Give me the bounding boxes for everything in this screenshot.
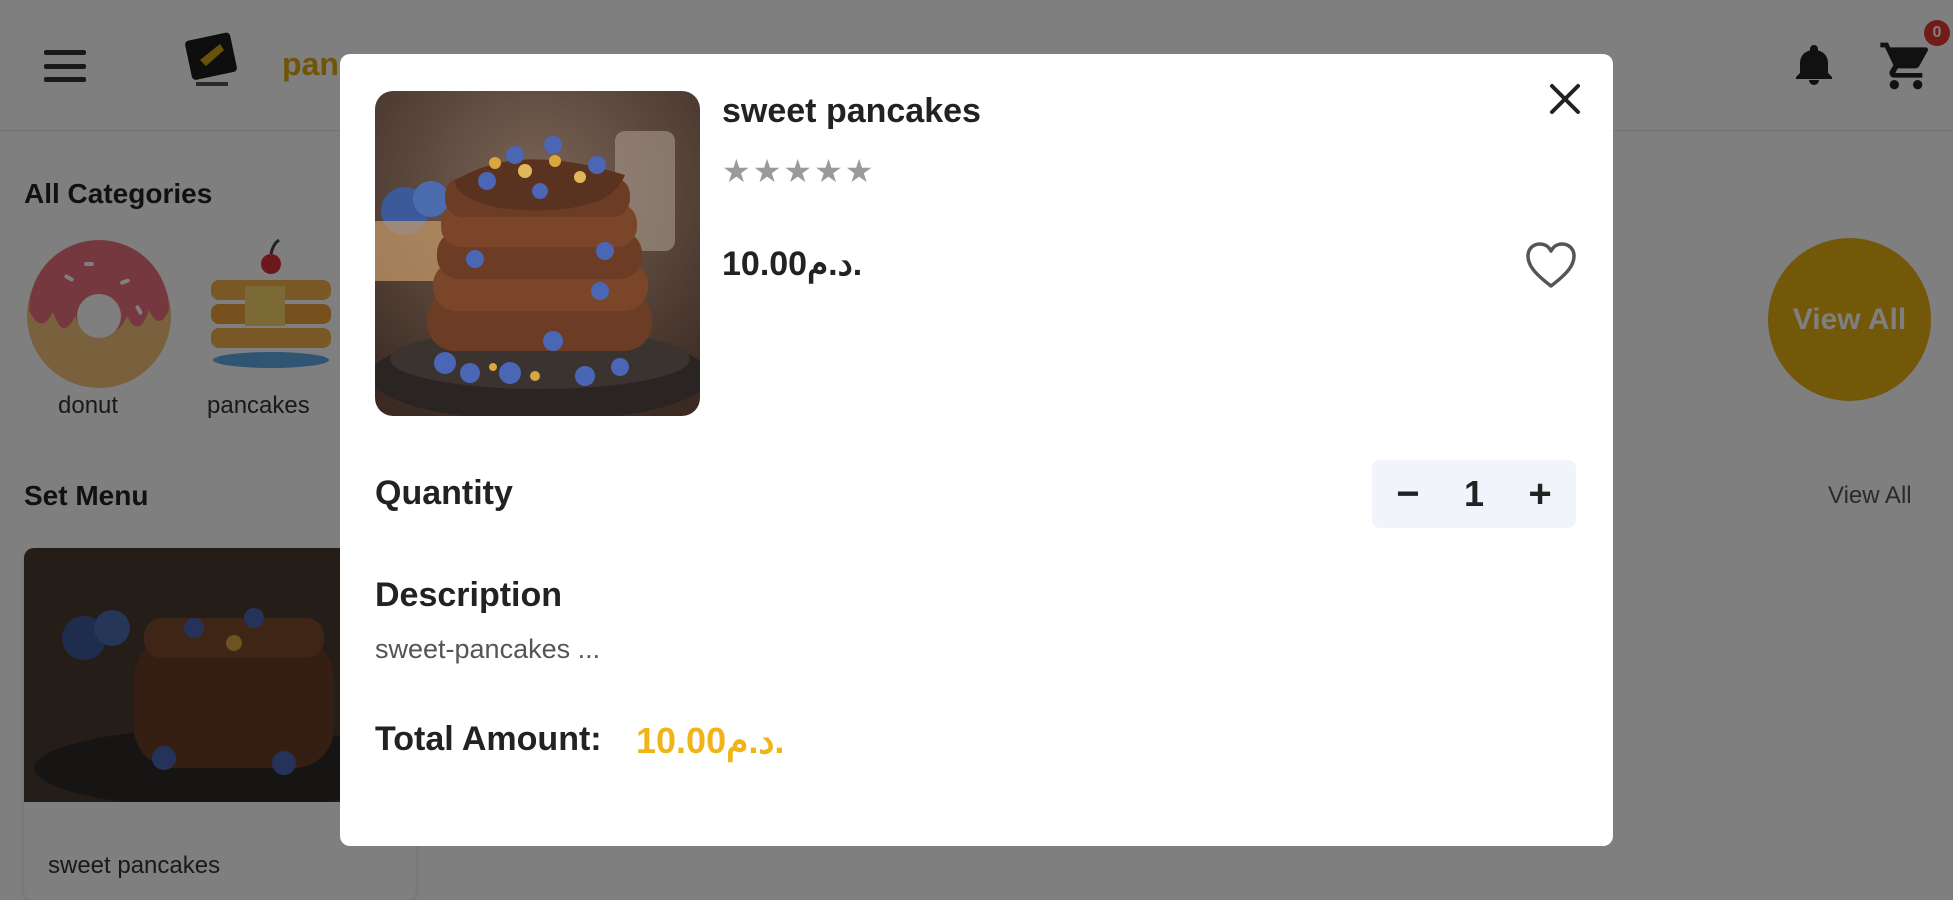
close-button[interactable]	[1538, 72, 1592, 126]
total-amount-label: Total Amount:	[375, 720, 602, 758]
quantity-value: 1	[1463, 473, 1485, 514]
rating-stars: ★★★★★	[722, 153, 876, 189]
favorite-heart-icon[interactable]	[1524, 240, 1578, 290]
pancake-stack-photo	[375, 91, 700, 416]
increase-quantity-button[interactable]: +	[1522, 474, 1558, 514]
close-icon	[1550, 84, 1580, 114]
product-image	[375, 91, 700, 416]
quantity-label: Quantity	[375, 474, 513, 512]
quantity-stepper: − 1 +	[1372, 460, 1576, 528]
description-label: Description	[375, 576, 563, 614]
product-price: 10.00د.م.	[722, 245, 863, 283]
product-name: sweet pancakes	[722, 92, 981, 130]
product-detail-modal: sweet pancakes ★★★★★ 10.00د.م. Quantity …	[340, 54, 1613, 846]
decrease-quantity-button[interactable]: −	[1390, 474, 1426, 514]
description-text: sweet-pancakes ...	[375, 634, 601, 664]
total-amount-value: 10.00د.م.	[636, 720, 785, 761]
